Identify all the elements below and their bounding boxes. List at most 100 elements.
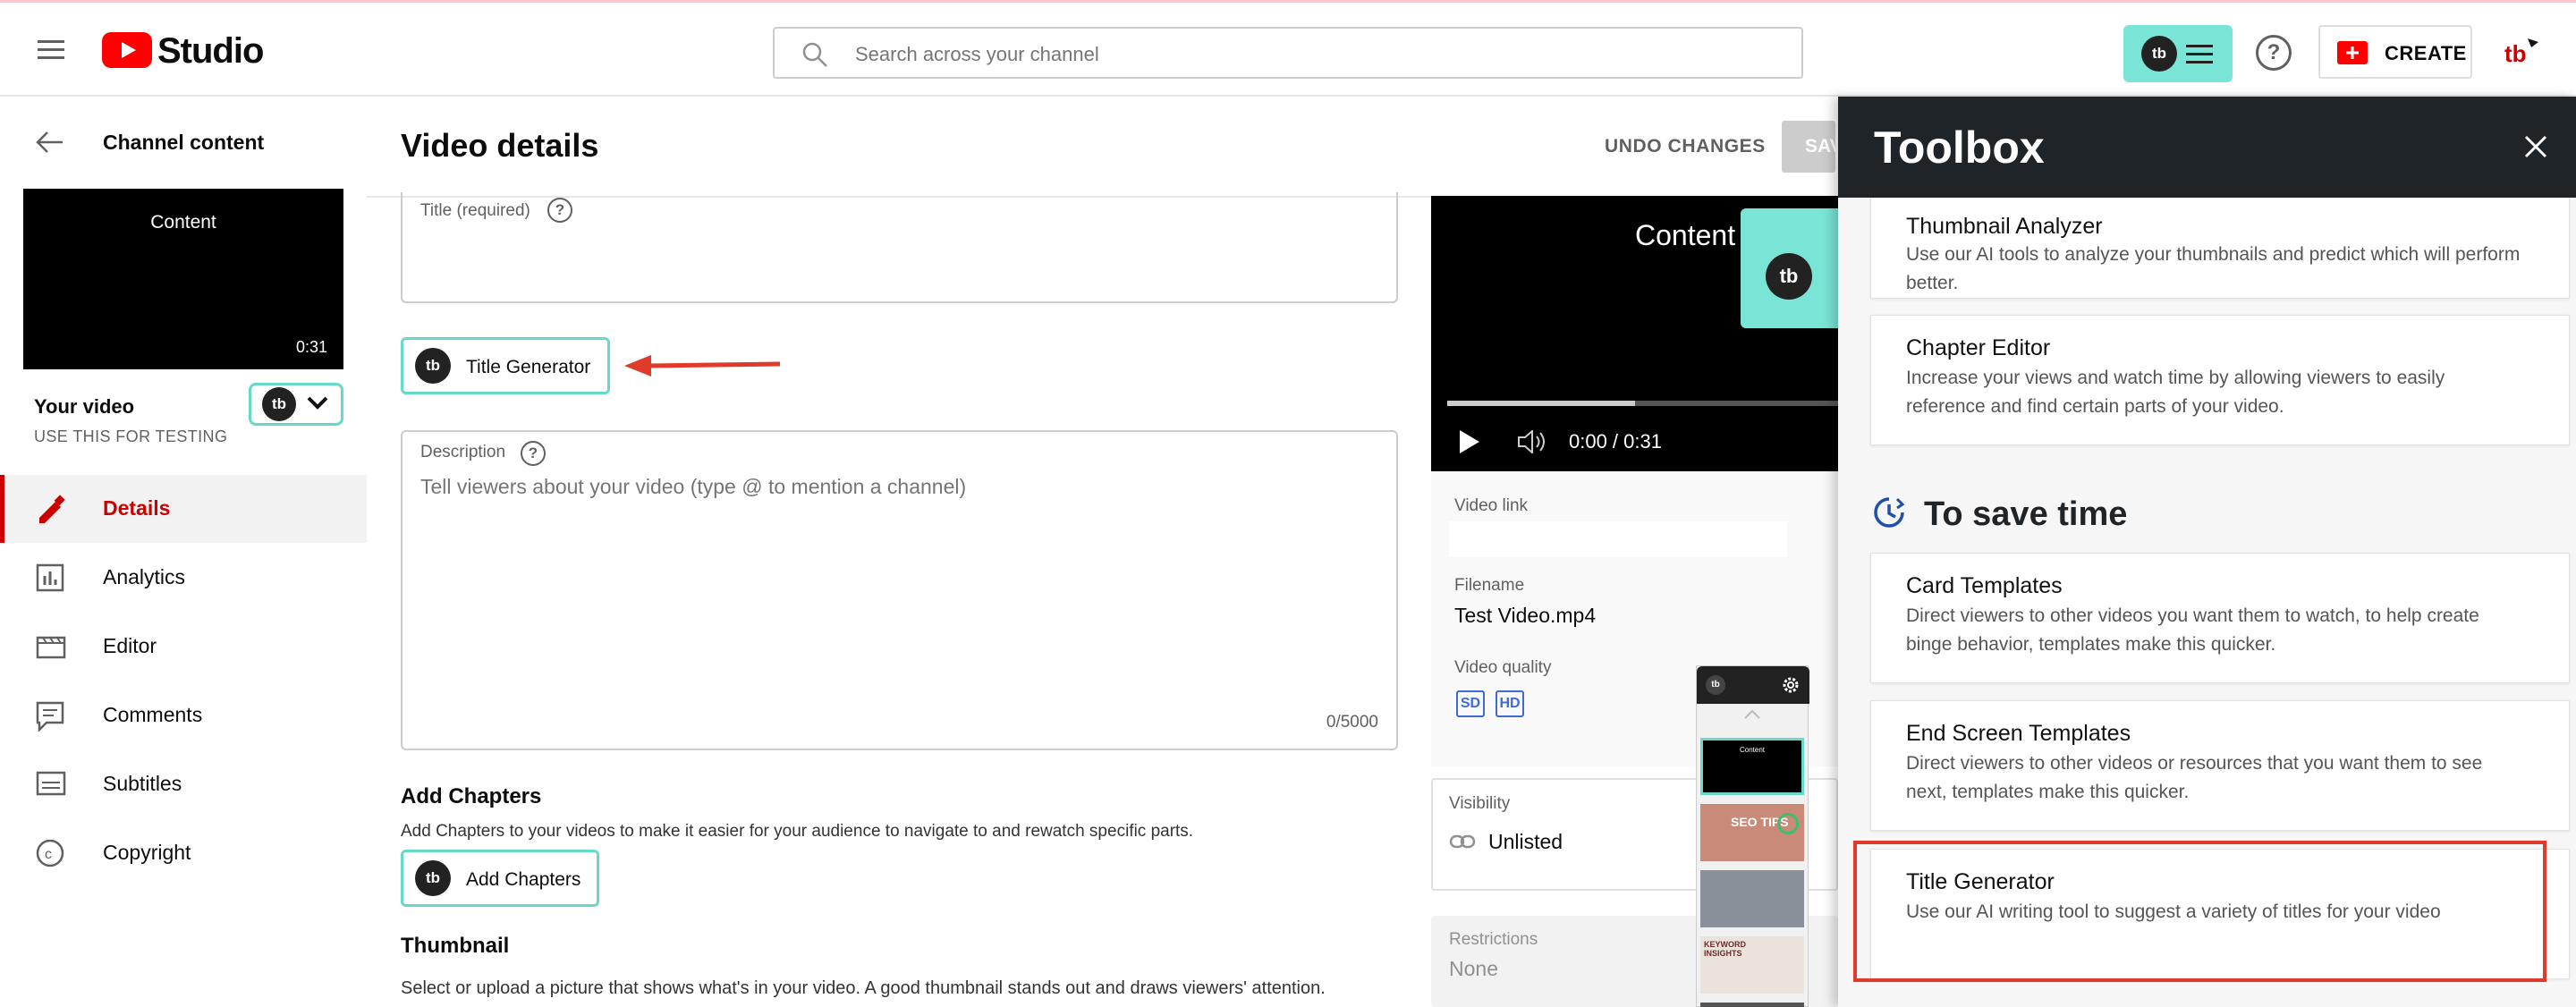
help-icon[interactable]: ? <box>2256 35 2292 71</box>
tool-card-description: Use our AI tools to analyze your thumbna… <box>1906 244 2521 293</box>
link-icon <box>1449 834 1476 850</box>
description-input[interactable]: Tell viewers about your video (type @ to… <box>420 475 966 499</box>
thumbnail-option[interactable]: KEYWORD INSIGHTS <box>1700 936 1804 994</box>
video-progress-fill <box>1447 401 1635 406</box>
video-link-label: Video link <box>1454 496 1529 515</box>
sidebar-item-editor[interactable]: Editor <box>0 613 367 681</box>
thumbnail-description: Select or upload a picture that shows wh… <box>401 978 1326 998</box>
preview-title: Content <box>150 212 216 233</box>
restrictions-label: Restrictions <box>1449 930 1538 949</box>
video-progress-bar[interactable] <box>1447 401 1838 406</box>
tool-card-title: Card Templates <box>1906 573 2063 598</box>
tool-card-description: Direct viewers to other videos you want … <box>1906 605 2479 655</box>
comments-icon <box>36 701 64 732</box>
create-video-icon <box>2336 40 2368 65</box>
sidebar-item-copyright[interactable]: c Copyright <box>0 819 367 887</box>
tool-card-card-templates[interactable]: Card Templates Direct viewers to other v… <box>1870 553 2570 683</box>
help-icon[interactable]: ? <box>547 198 572 223</box>
sidebar-item-label: Details <box>103 496 171 520</box>
video-overlay-text: Content <box>1635 219 1736 251</box>
video-preview[interactable]: Content 0:31 <box>23 189 343 369</box>
thumbnail-option[interactable]: Content <box>1700 738 1804 795</box>
clock-icon <box>1872 495 1906 529</box>
toolbox-header: Toolbox <box>1838 97 2576 198</box>
back-arrow-icon[interactable] <box>36 131 64 154</box>
tubebuddy-logo-icon: tb <box>415 348 451 384</box>
highlight-box-annotation <box>1853 841 2546 982</box>
tool-card-title: Chapter Editor <box>1906 335 2051 360</box>
top-bar: Studio Search across your channel tb ? C… <box>0 0 2576 97</box>
video-player[interactable]: Content tb 0:00 / 0:31 <box>1431 196 1838 471</box>
section-heading: To save time <box>1924 495 2128 533</box>
tool-card-description: Increase your views and watch time by al… <box>1906 368 2445 417</box>
tool-card-description: Direct viewers to other videos or resour… <box>1906 753 2483 802</box>
pencil-icon <box>36 495 66 525</box>
title-generator-button[interactable]: tb Title Generator <box>401 337 610 394</box>
save-button[interactable]: SAVE <box>1782 121 1835 173</box>
subtitles-icon <box>36 770 66 797</box>
avatar[interactable]: tb <box>2501 33 2540 72</box>
hd-badge: HD <box>1496 690 1524 717</box>
tubebuddy-menu-button[interactable]: tb <box>2123 25 2233 82</box>
thumbnail-option[interactable] <box>1700 1003 1804 1007</box>
chapters-heading: Add Chapters <box>401 784 542 808</box>
video-title: Your video <box>34 395 135 418</box>
title-generator-label: Title Generator <box>466 357 591 377</box>
thumbnail-option[interactable] <box>1700 870 1804 927</box>
tubebuddy-logo-icon: tb <box>1766 253 1812 300</box>
search-input[interactable]: Search across your channel <box>855 43 1099 66</box>
youtube-logo-icon[interactable] <box>102 32 152 68</box>
tool-card-title: Thumbnail Analyzer <box>1906 214 2103 239</box>
tubebuddy-logo-icon: tb <box>1706 675 1725 695</box>
chevron-up-icon[interactable] <box>1743 709 1761 720</box>
sidebar-item-label: Editor <box>103 634 157 657</box>
tool-card-end-screen-templates[interactable]: End Screen Templates Direct viewers to o… <box>1870 700 2570 831</box>
play-icon[interactable] <box>1460 430 1479 453</box>
chapters-description: Add Chapters to your videos to make it e… <box>401 822 1194 841</box>
tool-card-title: End Screen Templates <box>1906 721 2131 746</box>
sidebar-item-subtitles[interactable]: Subtitles <box>0 750 367 818</box>
menu-icon[interactable] <box>38 35 64 64</box>
search-icon <box>801 41 828 68</box>
red-arrow-annotation <box>624 352 782 379</box>
tubebuddy-logo-icon: tb <box>262 387 296 421</box>
sidebar-item-label: Analytics <box>103 565 186 588</box>
close-icon[interactable] <box>2523 134 2548 159</box>
sd-badge: SD <box>1456 690 1485 717</box>
sidebar-item-details[interactable]: Details <box>0 475 367 543</box>
thumbnail-strip-header: tb <box>1697 666 1809 704</box>
title-field[interactable]: Title (required) ? <box>401 192 1398 303</box>
sidebar-item-label: Subtitles <box>103 772 182 795</box>
menu-icon <box>2186 39 2213 69</box>
undo-changes-button[interactable]: UNDO CHANGES <box>1605 136 1766 157</box>
gear-icon[interactable] <box>1781 675 1801 695</box>
add-chapters-label: Add Chapters <box>466 869 581 890</box>
tool-card-chapter-editor[interactable]: Chapter Editor Increase your views and w… <box>1870 315 2570 445</box>
add-chapters-button[interactable]: tb Add Chapters <box>401 850 599 907</box>
create-button[interactable]: CREATE <box>2318 25 2472 79</box>
sidebar-item-label: Comments <box>103 703 203 726</box>
video-subtitle: USE THIS FOR TESTING <box>34 427 228 445</box>
left-sidebar: Channel content Content 0:31 Your video … <box>0 97 367 1007</box>
sidebar-item-comments[interactable]: Comments <box>0 681 367 749</box>
search-bar[interactable]: Search across your channel <box>773 27 1803 79</box>
thumbnail-option[interactable]: SEO TIPS <box>1700 804 1804 861</box>
thumbnail-strip-panel: tb Content SEO TIPS KEYWORD INSIGHTS <box>1696 665 1809 1007</box>
analytics-icon <box>36 563 64 592</box>
check-icon <box>1777 813 1799 834</box>
toolbox-title: Toolbox <box>1874 123 2045 173</box>
volume-icon[interactable] <box>1517 430 1547 453</box>
tubebuddy-overlay[interactable]: tb <box>1741 208 1838 328</box>
toolbox-panel: Thumbnail Analyzer Use our AI tools to a… <box>1838 97 2576 1007</box>
help-icon[interactable]: ? <box>521 441 546 466</box>
copyright-icon: c <box>36 839 64 867</box>
video-time: 0:00 / 0:31 <box>1569 430 1662 453</box>
visibility-label: Visibility <box>1449 794 1511 813</box>
preview-duration: 0:31 <box>295 338 327 356</box>
channel-content-link[interactable]: Channel content <box>103 131 264 155</box>
video-link-value[interactable] <box>1449 521 1787 557</box>
description-field[interactable]: Description ? Tell viewers about your vi… <box>401 430 1398 750</box>
sidebar-item-analytics[interactable]: Analytics <box>0 544 367 612</box>
svg-text:c: c <box>45 847 52 862</box>
tubebuddy-dropdown[interactable]: tb <box>249 383 343 426</box>
